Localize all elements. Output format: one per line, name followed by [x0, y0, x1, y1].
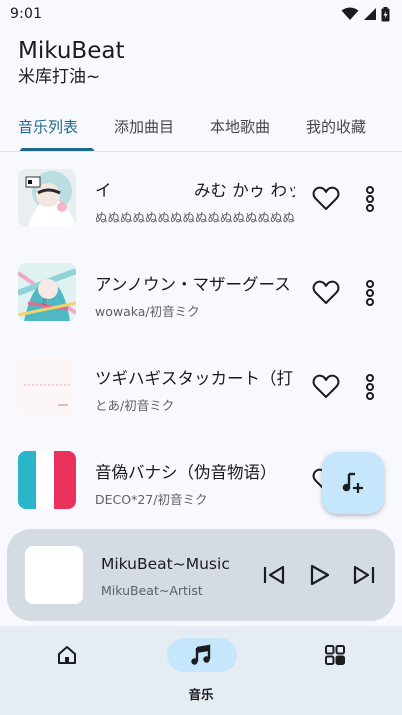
- music-note-add-icon: [342, 472, 363, 493]
- more-options-icon[interactable]: [360, 279, 380, 307]
- song-cover: [18, 357, 76, 415]
- song-artist: DECO*27/初音ミク: [95, 492, 208, 507]
- song-artist: wowaka/初音ミク: [95, 304, 200, 319]
- tab-bar: 音乐列表 添加曲目 本地歌曲 我的收藏: [0, 108, 402, 152]
- song-cover: [18, 451, 76, 509]
- tab-music-list[interactable]: 音乐列表: [0, 108, 96, 151]
- skip-previous-icon[interactable]: [261, 561, 289, 589]
- song-cover: ℰ: [18, 263, 76, 321]
- nav-music[interactable]: 音乐: [134, 626, 268, 715]
- song-title: イ みむ かゥ わッ: [95, 181, 295, 200]
- battery-icon: [381, 6, 390, 21]
- player-cover: [25, 546, 83, 604]
- more-options-icon[interactable]: [360, 373, 380, 401]
- song-artist: ぬぬぬぬぬぬぬぬぬぬぬぬぬぬぬぬぬぬぬぬ: [95, 210, 295, 225]
- player-title: MikuBeat~Music: [101, 555, 230, 573]
- skip-next-icon[interactable]: [349, 561, 377, 589]
- nav-home[interactable]: [0, 626, 134, 715]
- play-icon[interactable]: [305, 561, 333, 589]
- status-icons: [341, 6, 390, 22]
- home-icon: [58, 646, 76, 664]
- bottom-nav: 音乐: [0, 626, 402, 715]
- add-music-fab[interactable]: [322, 452, 384, 514]
- favorite-heart-icon[interactable]: [312, 185, 340, 211]
- app-subtitle: 米库打油~: [18, 67, 101, 87]
- signal-icon: [364, 8, 376, 20]
- status-bar: 9:01: [0, 0, 402, 28]
- song-row[interactable]: ℰ アンノウン・マザーグース wowaka/初音ミク: [0, 246, 402, 340]
- player-artist: MikuBeat~Artist: [101, 583, 203, 598]
- svg-text:ℰ: ℰ: [42, 298, 48, 308]
- song-row[interactable]: イ みむ かゥ わッ ぬぬぬぬぬぬぬぬぬぬぬぬぬぬぬぬぬぬぬぬ: [0, 152, 402, 246]
- nav-music-label: 音乐: [188, 687, 214, 702]
- song-title: 音偽バナシ（伪音物语）: [95, 463, 277, 482]
- wifi-icon: [341, 7, 359, 20]
- music-note-icon: [191, 644, 211, 665]
- song-row[interactable]: ツギハギスタッカート（打 とあ/初音ミク: [0, 340, 402, 434]
- tab-add-tracks[interactable]: 添加曲目: [96, 108, 192, 151]
- tab-favorites[interactable]: 我的收藏: [288, 108, 384, 151]
- tab-local-songs[interactable]: 本地歌曲: [192, 108, 288, 151]
- song-cover: [18, 169, 76, 227]
- more-options-icon[interactable]: [360, 185, 380, 213]
- favorite-heart-icon[interactable]: [312, 279, 340, 305]
- song-title: アンノウン・マザーグース: [95, 275, 291, 294]
- app-title: MikuBeat: [18, 38, 125, 64]
- status-time: 9:01: [10, 6, 43, 22]
- favorite-heart-icon[interactable]: [312, 373, 340, 399]
- app-header: MikuBeat 米库打油~: [18, 36, 384, 88]
- song-artist: とあ/初音ミク: [95, 398, 175, 413]
- grid-icon: [325, 645, 345, 665]
- mini-player[interactable]: MikuBeat~Music MikuBeat~Artist: [7, 529, 395, 621]
- nav-grid[interactable]: [268, 626, 402, 715]
- song-title: ツギハギスタッカート（打: [95, 369, 293, 388]
